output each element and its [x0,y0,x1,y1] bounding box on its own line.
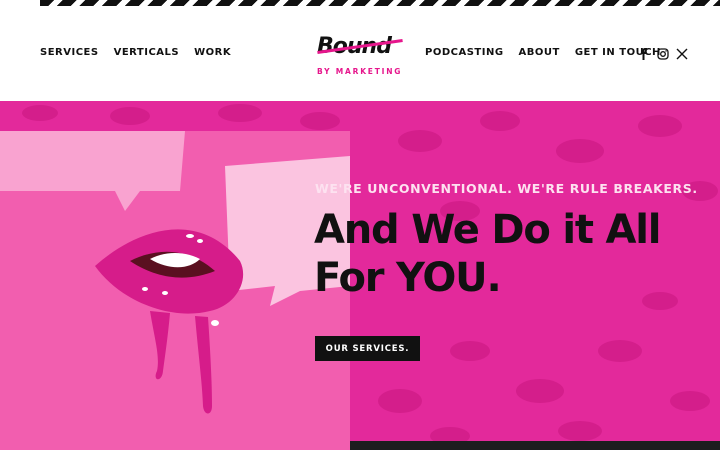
instagram-icon[interactable] [657,47,669,60]
logo-subtitle: BY MARKETING [317,67,403,76]
site-header: SERVICES VERTICALS WORK Bound BY MARKETI… [0,6,720,101]
nav-about[interactable]: ABOUT [519,47,560,58]
brand-logo[interactable]: Bound BY MARKETING [317,34,405,82]
x-icon[interactable] [676,47,688,60]
primary-nav-left: SERVICES VERTICALS WORK [40,47,231,58]
hero-headline-line-1: And We Do it All [314,207,661,253]
primary-nav-right: PODCASTING ABOUT GET IN TOUCH [425,47,661,58]
social-links [638,47,688,60]
hero-headline: And We Do it All For YOU. [314,206,714,302]
bottom-dark-bar [350,441,720,450]
nav-podcasting[interactable]: PODCASTING [425,47,504,58]
nav-services[interactable]: SERVICES [40,47,99,58]
hero-headline-line-2: For YOU. [314,255,502,301]
nav-verticals[interactable]: VERTICALS [114,47,180,58]
illustration-panel [0,131,350,450]
dripping-lips-illustration [0,131,350,414]
nav-work[interactable]: WORK [194,47,231,58]
hero-kicker: WE'RE UNCONVENTIONAL. WE'RE RULE BREAKER… [315,181,698,196]
our-services-button[interactable]: OUR SERVICES. [315,336,420,361]
facebook-icon[interactable] [638,47,650,60]
